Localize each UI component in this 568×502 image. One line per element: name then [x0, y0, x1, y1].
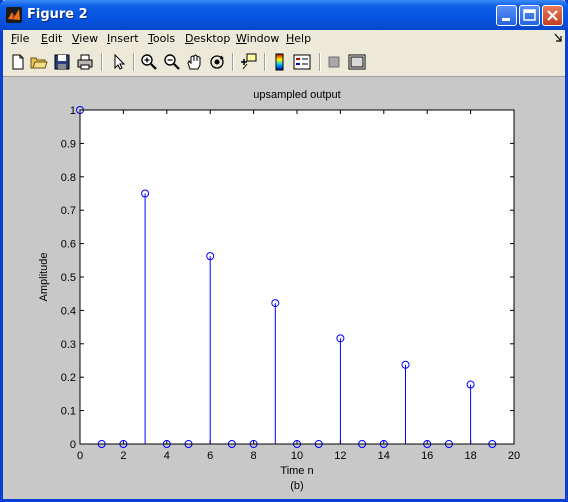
figure-canvas: 0 2 4 6 8 10 12 14 16 18 20 0 0.1 0.2 0.3 0.4 0.5 0.6 0.7 0…: [3, 77, 565, 499]
x-tick-label: 4: [164, 450, 170, 462]
x-tick-label: 14: [378, 450, 390, 462]
maximize-button[interactable]: [519, 5, 540, 26]
menu-insert-label: nsert: [110, 32, 139, 45]
legend-icon[interactable]: [293, 53, 311, 71]
new-file-icon[interactable]: [9, 53, 27, 71]
y-tick-label: 1: [70, 105, 76, 117]
toolbar-separator: [101, 53, 103, 71]
menu-file[interactable]: File: [11, 32, 29, 45]
x-tick-label: 12: [334, 450, 346, 462]
menu-view[interactable]: View: [72, 32, 98, 45]
stem-plot[interactable]: 0 2 4 6 8 10 12 14 16 18 20 0 0.1 0.2 0.3 0.4 0.5 0.6 0.7 0…: [3, 77, 565, 499]
y-tick-label: 0.3: [61, 339, 76, 351]
menu-view-label: iew: [79, 32, 99, 45]
menu-window-label: indow: [246, 32, 280, 45]
x-tick-label: 0: [77, 450, 83, 462]
hide-plot-tools-icon[interactable]: [325, 53, 343, 71]
menu-tools-label: ools: [152, 32, 176, 45]
minimize-icon: [502, 18, 510, 21]
toolbar-separator: [133, 53, 135, 71]
toolbar-separator: [264, 53, 266, 71]
title-bar[interactable]: Figure 2: [0, 0, 568, 30]
data-cursor-icon[interactable]: [239, 53, 257, 71]
y-tick-label: 0: [70, 439, 76, 451]
window-title: Figure 2: [27, 7, 88, 22]
menu-edit-label: dit: [47, 32, 63, 45]
menu-help[interactable]: Help: [286, 32, 311, 45]
menu-window[interactable]: Window: [236, 32, 279, 45]
menu-help-label: elp: [294, 32, 312, 45]
x-tick-label: 20: [508, 450, 520, 462]
menu-edit-accel: E: [41, 32, 48, 45]
minimize-button[interactable]: [496, 5, 517, 26]
print-icon[interactable]: [76, 53, 94, 71]
toolbar-separator: [232, 53, 234, 71]
y-axis-label: Amplitude: [38, 253, 50, 302]
open-folder-icon[interactable]: [30, 53, 48, 71]
matlab-icon: [6, 7, 22, 23]
menu-insert[interactable]: Insert: [107, 32, 139, 45]
menu-file-label: ile: [16, 32, 30, 45]
menu-desktop[interactable]: Desktop: [185, 32, 230, 45]
y-tick-label: 0.5: [61, 272, 76, 284]
y-tick-label: 0.8: [61, 172, 76, 184]
save-icon[interactable]: [53, 53, 71, 71]
select-arrow-icon[interactable]: [110, 53, 128, 71]
rotate-3d-icon[interactable]: [208, 53, 226, 71]
menu-window-accel: W: [236, 32, 247, 45]
x-axis-label: Time n: [280, 465, 313, 477]
close-icon: [547, 10, 558, 21]
zoom-in-icon[interactable]: [140, 53, 158, 71]
x-tick-label: 2: [120, 450, 126, 462]
dock-arrow-icon[interactable]: [554, 33, 562, 43]
x-tick-label: 10: [291, 450, 303, 462]
chart-title: upsampled output: [253, 89, 340, 101]
y-tick-label: 0.9: [61, 138, 76, 150]
y-tick-label: 0.4: [61, 305, 76, 317]
figure-window: Figure 2 File Edit View Insert Tools Des…: [0, 0, 568, 502]
x-tick-label: 6: [207, 450, 213, 462]
close-button[interactable]: [542, 5, 563, 26]
y-tick-label: 0.6: [61, 239, 76, 251]
x-tick-label: 18: [464, 450, 476, 462]
x-tick-label: 16: [421, 450, 433, 462]
toolbar-separator: [319, 53, 321, 71]
maximize-icon: [523, 9, 536, 21]
menu-desktop-label: esktop: [193, 32, 231, 45]
y-tick-label: 0.1: [61, 406, 76, 418]
y-tick-label: 0.7: [61, 205, 76, 217]
pan-hand-icon[interactable]: [185, 53, 203, 71]
show-plot-tools-icon[interactable]: [348, 53, 366, 71]
figure-caption: (b): [290, 480, 303, 492]
x-tick-label: 8: [251, 450, 257, 462]
menu-bar: File Edit View Insert Tools Desktop Wind…: [3, 30, 565, 48]
colorbar-icon[interactable]: [271, 53, 289, 71]
menu-tools[interactable]: Tools: [148, 32, 175, 45]
menu-edit[interactable]: Edit: [41, 32, 62, 45]
y-tick-label: 0.2: [61, 372, 76, 384]
zoom-out-icon[interactable]: [163, 53, 181, 71]
figure-toolbar: [3, 48, 565, 77]
